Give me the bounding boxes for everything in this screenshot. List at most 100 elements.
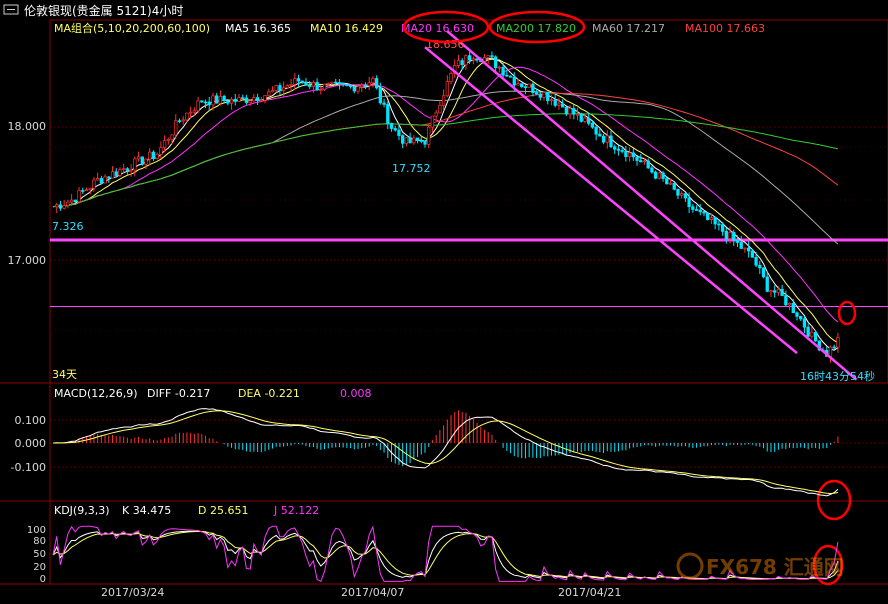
candle-body (523, 86, 528, 88)
candle-body (389, 123, 394, 129)
candle-body (207, 101, 211, 106)
candle-body (118, 169, 122, 176)
candle-body (787, 302, 792, 306)
diff-value: -0.217 (175, 387, 210, 400)
candle-body (215, 95, 219, 104)
candle-body (549, 99, 554, 102)
candle-body (534, 92, 539, 95)
title-bar: 伦敦银现(贵金属 5121)4小时 (0, 0, 888, 20)
candle-body (765, 276, 769, 292)
candle-body (401, 135, 405, 144)
candle-body (620, 149, 624, 152)
candle-body (397, 129, 401, 136)
candle-body (680, 193, 684, 196)
candle-body (836, 336, 840, 348)
candle-body (99, 178, 104, 184)
candle-body (728, 232, 732, 239)
candle-body (122, 168, 126, 171)
svg-text:K 34.475: K 34.475 (122, 504, 171, 517)
candle-body (151, 151, 156, 159)
candle-body (408, 137, 412, 144)
candle-body (73, 199, 77, 203)
candle-body (568, 108, 572, 115)
candle-body (278, 85, 282, 91)
candle-body (337, 82, 342, 84)
candle-body (341, 82, 345, 85)
candle-body (661, 172, 665, 179)
ma60-value: 17.217 (627, 22, 666, 35)
svg-text:MA60 17.217: MA60 17.217 (592, 22, 665, 35)
candle-body (140, 156, 144, 165)
candle-body (144, 158, 148, 165)
candle-body (386, 104, 390, 124)
candle-body (587, 117, 591, 124)
candle-body (289, 84, 293, 86)
candle-body (218, 95, 223, 104)
candle-body (531, 83, 535, 93)
svg-text:MA10 16.429: MA10 16.429 (310, 22, 383, 35)
candle-body (546, 92, 550, 101)
candle-body (773, 290, 777, 293)
candle-body (520, 83, 524, 87)
price-annotations: 7.326 17.752 18.656 34天 16时43分54秒 (52, 38, 875, 383)
candle-body (188, 111, 193, 114)
candle-body (512, 76, 516, 86)
candle-body (609, 135, 613, 148)
candle-body (360, 84, 364, 88)
trend-channel[interactable] (424, 30, 858, 381)
candle-body (300, 80, 304, 83)
macd-y-tick-0100: 0.100 (15, 414, 47, 427)
candle-body (717, 223, 721, 226)
dea-line (52, 410, 839, 495)
candle-body (594, 126, 598, 135)
kdj-y-ticks: 100 80 50 20 0 (27, 525, 46, 585)
candle-body (311, 81, 316, 87)
candle-body (508, 75, 513, 78)
candle-body (241, 97, 245, 99)
candle-body (631, 152, 635, 158)
candle-body (802, 318, 807, 328)
candle-body (732, 232, 736, 241)
candle-body (758, 264, 762, 269)
candle-body (702, 211, 706, 214)
macd-plot (52, 408, 839, 497)
macd-highlight-circle (816, 479, 852, 521)
ma100-value: 17.663 (727, 22, 766, 35)
candle-body (806, 326, 810, 337)
candle-body (378, 87, 383, 104)
candle-body (371, 78, 375, 84)
candle-body (203, 101, 208, 104)
candle-body (639, 160, 643, 163)
candle-body (84, 189, 89, 192)
candle-body (162, 140, 167, 148)
j-value: 52.122 (281, 504, 320, 517)
candle-body (330, 81, 334, 84)
candle-body (579, 113, 583, 122)
candle-body (229, 98, 234, 104)
candle-body (196, 100, 200, 112)
diff-line (52, 408, 839, 497)
candle-body (553, 99, 557, 106)
candle-body (103, 176, 107, 184)
svg-text:J 52.122: J 52.122 (273, 504, 319, 517)
candle-body (464, 55, 468, 66)
breakout-highlight-circle (837, 300, 857, 326)
candle-body (516, 83, 520, 86)
ma200-line (52, 113, 839, 208)
candle-body (363, 84, 368, 87)
ma60-label: MA60 (592, 22, 623, 35)
macd-y-tick-neg0100: -0.100 (11, 461, 46, 474)
candlesticks[interactable] (55, 51, 840, 363)
candle-body (676, 188, 680, 196)
candle-body (326, 82, 330, 85)
candle-body (613, 146, 617, 150)
kdj-y-tick-80: 80 (33, 536, 46, 547)
candle-body (252, 97, 256, 102)
ma100-line (52, 92, 839, 208)
chart-canvas[interactable]: 伦敦银现(贵金属 5121)4小时 18.000 17.000 MA组合(5,1… (0, 0, 888, 604)
candle-body (627, 152, 632, 157)
candle-body (81, 190, 85, 192)
candle-body (177, 120, 182, 123)
svg-text:MA200 17.820: MA200 17.820 (496, 22, 576, 35)
candle-body (750, 250, 755, 258)
